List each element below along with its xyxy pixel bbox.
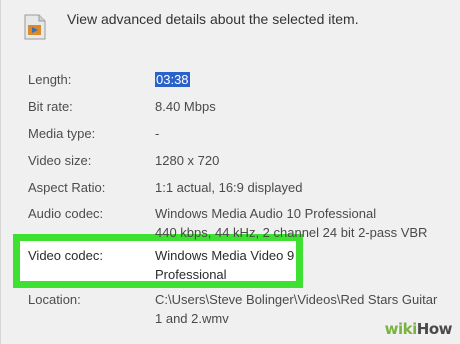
media-type-label: Media type:	[28, 126, 96, 141]
properties-details-panel: View advanced details about the selected…	[0, 0, 460, 344]
video-size-label: Video size:	[28, 153, 92, 168]
length-label: Length:	[28, 72, 72, 87]
media-type-value[interactable]: -	[155, 124, 159, 143]
audio-codec-line-2: 440 kbps, 44 kHz, 2 channel 24 bit 2-pas…	[155, 225, 428, 240]
audio-codec-label: Audio codec:	[28, 206, 104, 221]
aspect-ratio-label: Aspect Ratio:	[28, 180, 106, 195]
video-codec-value[interactable]: Windows Media Video 9 Professional	[155, 246, 294, 284]
bit-rate-value[interactable]: 8.40 Mbps	[155, 97, 216, 116]
header-description: View advanced details about the selected…	[67, 11, 359, 27]
video-codec-label: Video codec:	[28, 248, 103, 263]
aspect-ratio-value[interactable]: 1:1 actual, 16:9 displayed	[155, 178, 302, 197]
location-line-1: C:\Users\Steve Bolinger\Videos\Red Stars…	[155, 292, 438, 307]
audio-codec-value[interactable]: Windows Media Audio 10 Professional 440 …	[155, 204, 427, 242]
audio-codec-line-1: Windows Media Audio 10 Professional	[155, 206, 377, 221]
location-line-2: 1 and 2.wmv	[155, 311, 229, 326]
bit-rate-label: Bit rate:	[28, 99, 73, 114]
video-size-value[interactable]: 1280 x 720	[155, 151, 219, 170]
length-value[interactable]: 03:38	[155, 70, 190, 89]
wikihow-watermark: wikiHow	[384, 320, 453, 338]
location-label: Location:	[28, 292, 81, 307]
video-codec-line-2: Professional	[155, 267, 227, 282]
video-file-icon	[24, 14, 46, 40]
video-codec-line-1: Windows Media Video 9	[155, 248, 295, 263]
